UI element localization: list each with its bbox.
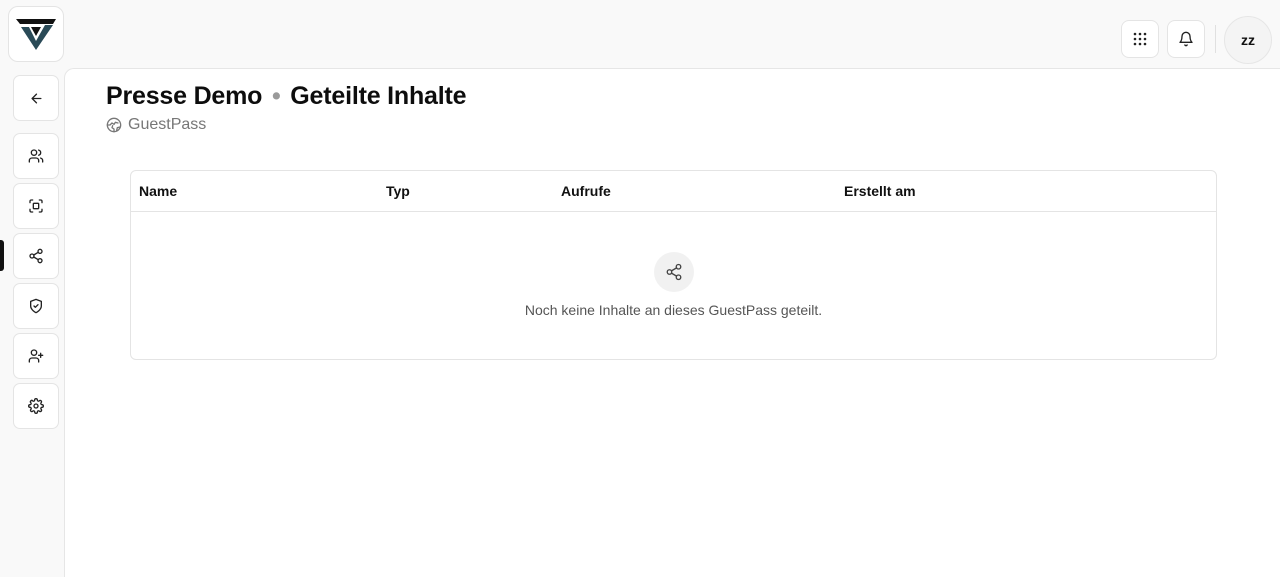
- page-subtitle: GuestPass: [106, 116, 206, 134]
- topbar-divider: [1215, 25, 1216, 53]
- sidebar-item-add-user[interactable]: [13, 333, 59, 379]
- subtitle-text: GuestPass: [128, 116, 207, 133]
- sidebar-item-settings[interactable]: [13, 383, 59, 429]
- bell-icon: [1179, 31, 1193, 47]
- user-avatar[interactable]: zz: [1224, 16, 1272, 64]
- table-header: Name Typ Aufrufe Erstellt am: [131, 171, 1216, 212]
- main-content: Presse Demo • Geteilte Inhalte GuestPass…: [64, 68, 1280, 577]
- user-plus-icon: [28, 349, 44, 363]
- title-separator: •: [271, 82, 281, 110]
- scan-face-icon: [29, 199, 43, 213]
- empty-state-icon-wrapper: [653, 252, 694, 292]
- sidebar-active-indicator: [0, 240, 4, 271]
- sidebar: [13, 75, 59, 433]
- brand-logo-icon: [16, 19, 56, 50]
- share-icon: [29, 248, 43, 264]
- sidebar-item-face-scan[interactable]: [13, 183, 59, 229]
- users-icon: [28, 149, 44, 163]
- page-title: Presse Demo • Geteilte Inhalte: [106, 82, 467, 111]
- arrow-left-icon: [31, 93, 41, 103]
- topbar-actions: zz: [1121, 14, 1272, 64]
- apps-button[interactable]: [1121, 20, 1159, 58]
- back-button[interactable]: [13, 75, 59, 121]
- column-header-views[interactable]: Aufrufe: [561, 183, 611, 199]
- page-title-primary: Presse Demo: [106, 82, 263, 110]
- app-logo[interactable]: [8, 6, 64, 62]
- notifications-button[interactable]: [1167, 20, 1205, 58]
- shield-check-icon: [30, 298, 42, 314]
- empty-state: Noch keine Inhalte an dieses GuestPass g…: [131, 212, 1216, 359]
- column-header-created[interactable]: Erstellt am: [844, 183, 916, 199]
- page-title-secondary: Geteilte Inhalte: [290, 82, 467, 110]
- shared-content-table: Name Typ Aufrufe Erstellt am Noch keine …: [130, 170, 1217, 360]
- sidebar-item-security[interactable]: [13, 283, 59, 329]
- sidebar-item-share[interactable]: [13, 233, 59, 279]
- gear-icon: [28, 398, 44, 414]
- globe-icon: [106, 117, 122, 133]
- sidebar-item-users[interactable]: [13, 133, 59, 179]
- column-header-type[interactable]: Typ: [386, 183, 410, 199]
- column-header-name[interactable]: Name: [139, 183, 177, 199]
- empty-state-message: Noch keine Inhalte an dieses GuestPass g…: [524, 302, 823, 318]
- grid-icon: [1133, 32, 1147, 46]
- share-icon: [666, 263, 681, 281]
